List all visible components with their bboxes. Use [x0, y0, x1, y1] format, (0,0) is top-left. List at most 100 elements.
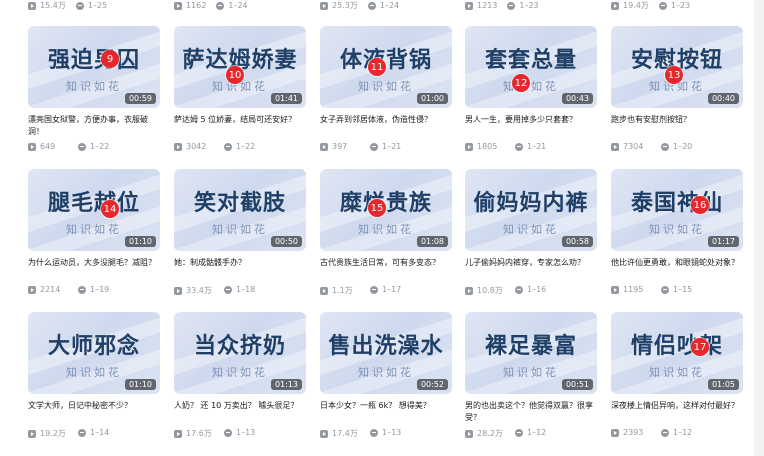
video-stats: 649 1–22	[28, 142, 160, 153]
episode-stat: 1–15	[661, 285, 692, 294]
episode-icon	[78, 428, 86, 437]
video-description[interactable]: 男的也出卖这个？他觉得双赢？很享受？	[465, 400, 597, 424]
video-stats: 17.6万 1–13	[174, 428, 306, 439]
play-count: 25.3万	[332, 1, 358, 10]
play-stat: 1.1万	[320, 285, 353, 296]
video-description[interactable]: 她：制成骷髅手办？	[174, 257, 306, 269]
play-stat: 7304	[611, 142, 643, 151]
video-card[interactable]: 大师邪念 知识如花 01:10 文学大师，日记中秘密不少？ 19.2万 1–14	[28, 312, 160, 442]
video-thumbnail[interactable]: 强迫男囚 知识如花 00:59	[28, 26, 160, 108]
video-stats: 3042 1–22	[174, 142, 306, 153]
thumbnail-brand: 知识如花	[212, 366, 268, 379]
episode-stat: 1–13	[224, 428, 255, 437]
video-description[interactable]: 萨达姆 5 位娇妻，结局可还安好？	[174, 114, 306, 126]
episode-range: 1–17	[382, 285, 402, 294]
episode-range: 1–25	[87, 1, 108, 10]
video-description[interactable]: 日本少女？一瓶 6k？ 想得美？	[320, 400, 452, 412]
video-description[interactable]: 文学大师，日记中秘密不少？	[28, 400, 160, 412]
thumbnail-title: 笑对截肢	[193, 191, 286, 216]
thumbnail-title: 体液背锅	[339, 48, 432, 73]
play-count-icon	[465, 429, 473, 438]
video-description[interactable]: 漂亮国女狱警，方便办事，衣服破洞！	[28, 114, 160, 138]
play-count: 397	[332, 142, 348, 151]
video-thumbnail[interactable]: 泰国神仙 知识如花 01:17	[611, 169, 743, 251]
thumbnail-title: 情侣吵架	[630, 334, 723, 359]
episode-icon	[661, 142, 669, 151]
video-description[interactable]: 跑步也有安慰剂按钮？	[611, 114, 743, 126]
index-badge: 9	[101, 50, 119, 68]
video-card[interactable]: 强迫男囚 知识如花 00:59 漂亮国女狱警，方便办事，衣服破洞！ 649 1–…	[28, 26, 160, 156]
play-count-icon	[174, 142, 182, 151]
play-count: 7304	[623, 142, 644, 151]
video-duration: 01:00	[416, 93, 448, 104]
index-badge: 13	[665, 66, 683, 84]
video-description[interactable]: 为什么运动员，大多没腿毛？减阻？	[28, 257, 160, 269]
video-thumbnail[interactable]: 当众挤奶 知识如花 01:13	[174, 312, 306, 394]
thumbnail-brand: 知识如花	[503, 223, 559, 236]
video-thumbnail[interactable]: 腿毛越位 知识如花 01:10	[28, 169, 160, 251]
video-card[interactable]: 偷妈妈内裤 知识如花 00:58 儿子偷妈妈内裤穿，专家怎么劝？ 10.8万 1…	[465, 169, 597, 299]
episode-stat: 1–19	[78, 285, 109, 294]
video-description[interactable]: 儿子偷妈妈内裤穿，专家怎么劝？	[465, 257, 597, 269]
thumbnail-brand: 知识如花	[212, 223, 268, 236]
play-count-icon	[320, 429, 328, 438]
video-thumbnail[interactable]: 裸足暴富 知识如花 00:51	[465, 312, 597, 394]
video-description[interactable]: 男人一生，要用掉多少只套套？	[465, 114, 597, 126]
episode-icon	[658, 1, 667, 10]
video-description[interactable]: 他比许仙更勇敢，和眼镜蛇处对象？	[611, 257, 743, 269]
thumbnail-title: 糜烂贵族	[339, 191, 432, 216]
video-duration: 01:13	[270, 379, 302, 390]
video-thumbnail[interactable]: 糜烂贵族 知识如花 01:08	[320, 169, 452, 251]
video-description[interactable]: 人奶？ 还 10 万卖出？ 噱头很足？	[174, 400, 306, 412]
video-thumbnail[interactable]: 售出洗澡水 知识如花 00:52	[320, 312, 452, 394]
play-stat: 33.4万	[174, 285, 212, 296]
thumbnail-brand: 知识如花	[503, 366, 559, 379]
episode-range: 1–20	[673, 142, 693, 151]
video-duration: 00:58	[561, 236, 593, 247]
index-badge: 17	[691, 338, 709, 356]
episode-range: 1–23	[519, 1, 539, 10]
play-count-icon	[465, 286, 473, 295]
video-card[interactable]: 套套总量 知识如花 00:43 男人一生，要用掉多少只套套？ 1805 1–21	[465, 26, 597, 156]
video-card[interactable]: 当众挤奶 知识如花 01:13 人奶？ 还 10 万卖出？ 噱头很足？ 17.6…	[174, 312, 306, 442]
video-description[interactable]: 深夜楼上情侣异响，这样对付最好？	[611, 400, 743, 412]
video-stats: 1.1万 1–17	[320, 285, 452, 296]
video-card[interactable]: 腿毛越位 知识如花 01:10 为什么运动员，大多没腿毛？减阻？ 2214 1–…	[28, 169, 160, 299]
play-count: 17.4万	[332, 429, 358, 438]
video-description[interactable]: 女子弄到邻居体液，伪造性侵？	[320, 114, 452, 126]
episode-range: 1–16	[527, 285, 547, 294]
video-thumbnail[interactable]: 大师邪念 知识如花 01:10	[28, 312, 160, 394]
episode-icon	[224, 428, 232, 437]
video-thumbnail[interactable]: 笑对截肢 知识如花 00:50	[174, 169, 306, 251]
thumbnail-brand: 知识如花	[66, 366, 122, 379]
video-duration: 01:08	[416, 236, 448, 247]
video-card[interactable]: 体液背锅 知识如花 01:00 女子弄到邻居体液，伪造性侵？ 397 1–21	[320, 26, 452, 156]
video-thumbnail[interactable]: 体液背锅 知识如花 01:00	[320, 26, 452, 108]
video-card[interactable]: 笑对截肢 知识如花 00:50 她：制成骷髅手办？ 33.4万 1–18	[174, 169, 306, 299]
thumbnail-title: 当众挤奶	[193, 334, 286, 359]
video-card[interactable]: 糜烂贵族 知识如花 01:08 古代贵族生活日常，可有多变态？ 1.1万 1–1…	[320, 169, 452, 299]
play-count: 28.2万	[477, 429, 503, 438]
play-count-icon	[174, 1, 182, 10]
video-duration: 01:10	[124, 379, 156, 390]
play-count-icon	[28, 429, 36, 438]
video-description[interactable]: 古代贵族生活日常，可有多变态？	[320, 257, 452, 269]
video-card[interactable]: 萨达姆娇妻 知识如花 01:41 萨达姆 5 位娇妻，结局可还安好？ 3042 …	[174, 26, 306, 156]
episode-stat: 1–14	[78, 428, 109, 437]
video-card[interactable]: 安慰按钮 知识如花 00:40 跑步也有安慰剂按钮？ 7304 1–20	[611, 26, 743, 156]
episode-icon	[515, 142, 523, 151]
video-card[interactable]: 裸足暴富 知识如花 00:51 男的也出卖这个？他觉得双赢？很享受？ 28.2万…	[465, 312, 597, 442]
video-card[interactable]: 泰国神仙 知识如花 01:17 他比许仙更勇敢，和眼镜蛇处对象？ 1195 1–…	[611, 169, 743, 299]
video-thumbnail[interactable]: 套套总量 知识如花 00:43	[465, 26, 597, 108]
episode-stat: 1–17	[370, 285, 401, 294]
video-thumbnail[interactable]: 情侣吵架 知识如花 01:05	[611, 312, 743, 394]
video-card[interactable]: 情侣吵架 知识如花 01:05 深夜楼上情侣异响，这样对付最好？ 2393 1–…	[611, 312, 743, 442]
video-thumbnail[interactable]: 偷妈妈内裤 知识如花 00:58	[465, 169, 597, 251]
episode-icon	[370, 142, 378, 151]
scrollbar-track[interactable]	[754, 0, 764, 456]
video-card[interactable]: 售出洗澡水 知识如花 00:52 日本少女？一瓶 6k？ 想得美？ 17.4万 …	[320, 312, 452, 442]
episode-icon	[224, 142, 232, 151]
video-stats: 1805 1–21	[465, 142, 597, 153]
thumbnail-title: 泰国神仙	[630, 191, 723, 216]
video-duration: 01:41	[270, 93, 302, 104]
